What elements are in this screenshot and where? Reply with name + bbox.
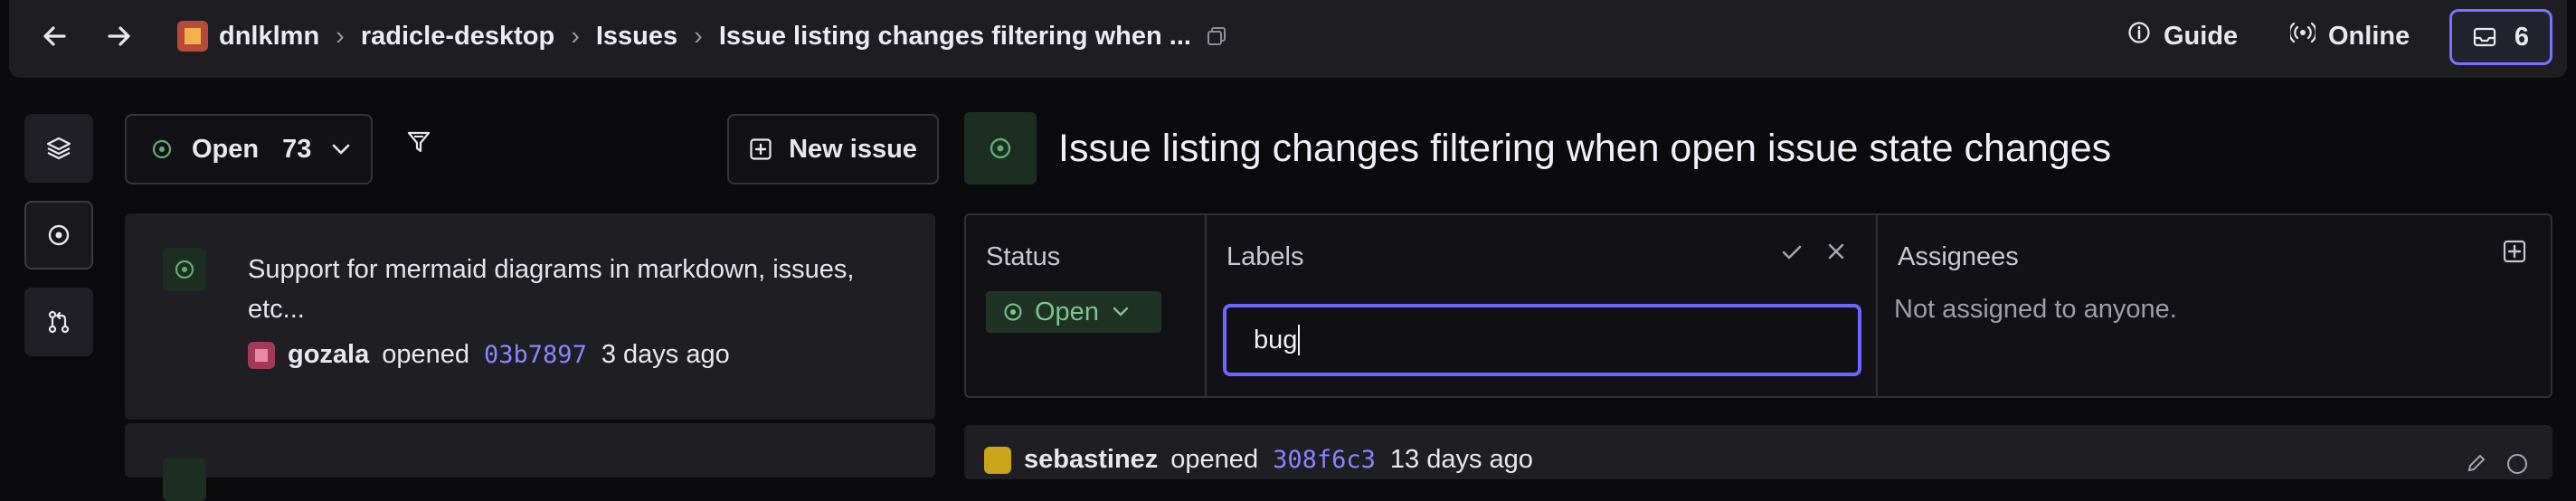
comment-time: 13 days ago [1389,445,1533,474]
issue-open-icon [163,458,206,501]
issue-open-icon [150,137,174,161]
issue-author: gozala [288,340,370,369]
issue-count: 73 [282,134,312,164]
issue-state-dropdown[interactable]: Open 73 [125,114,373,184]
comment-author: sebastinez [1024,445,1159,474]
repo-home-button[interactable] [24,114,93,183]
chevron-down-icon [331,143,351,156]
org-avatar [177,21,208,52]
new-issue-button[interactable]: New issue [727,114,939,184]
info-icon [2127,21,2151,52]
patches-nav-button[interactable] [24,288,93,356]
issue-status-icon [964,112,1037,184]
online-status-button[interactable]: Online [2288,0,2410,72]
comment-commit-hash[interactable]: 308f6c3 [1273,446,1376,474]
issue-open-icon [1002,301,1024,323]
assignees-label: Assignees [1898,242,2019,271]
top-bar: dnlklmn › radicle-desktop › Issues › Iss… [9,0,2567,78]
plus-square-icon [749,137,789,161]
inbox-button[interactable]: 6 [2449,9,2552,65]
issue-state-label: Open [192,134,260,164]
chevron-down-icon [1112,307,1130,317]
labels-label: Labels [1226,242,1304,271]
comment-action: opened [1170,445,1259,474]
status-dropdown[interactable]: Open [986,291,1161,333]
issue-title: Support for mermaid diagrams in markdown… [248,255,855,324]
broadcast-icon [2288,21,2317,52]
inbox-count: 6 [2514,22,2530,52]
breadcrumb: dnlklmn › radicle-desktop › Issues › Iss… [177,0,1227,72]
status-value: Open [1035,297,1099,326]
status-cell: Status Open [966,215,1207,396]
guide-label: Guide [2164,21,2239,51]
status-label: Status [986,242,1061,271]
issue-open-icon [163,248,206,291]
inbox-icon [2473,26,2496,48]
check-icon[interactable] [1780,242,1804,262]
close-icon[interactable] [1825,241,1847,262]
breadcrumb-current-issue: Issue listing changes filtering when ... [718,21,1191,51]
back-arrow-icon[interactable] [34,18,74,54]
issue-open-icon [45,222,72,249]
labels-input[interactable]: bug [1223,304,1861,376]
emoji-icon[interactable] [2505,452,2529,476]
labels-cell: Labels bug [1207,215,1878,396]
chevron-right-icon: › [336,21,345,51]
new-issue-label: New issue [789,134,917,164]
assignees-cell: Assignees Not assigned to anyone. [1878,215,2551,396]
edit-icon[interactable] [2466,452,2487,474]
list-item[interactable]: Support for mermaid diagrams in markdown… [125,213,935,420]
issue-detail-title: Issue listing changes filtering when ope… [1058,126,2112,170]
comment-meta: sebastinez opened 308f6c3 13 days ago [984,445,1533,475]
assignees-empty-text: Not assigned to anyone. [1894,295,2177,324]
breadcrumb-repo[interactable]: radicle-desktop [361,22,554,52]
issue-comment-header: sebastinez opened 308f6c3 13 days ago [964,425,2552,479]
breadcrumb-org[interactable]: dnlklmn [219,22,319,52]
issue-time: 3 days ago [601,340,730,369]
avatar [984,446,1011,474]
add-assignee-icon[interactable] [2502,239,2527,264]
breadcrumb-issues[interactable]: Issues [596,22,677,52]
avatar [248,341,275,369]
guide-button[interactable]: Guide [2127,0,2238,72]
issues-nav-button[interactable] [24,201,93,269]
online-label: Online [2328,21,2410,51]
labels-input-value: bug [1254,325,1298,354]
list-item[interactable] [125,423,935,501]
issue-meta: gozala opened 03b7897 3 days ago [248,340,730,370]
layers-icon [45,135,72,162]
chevron-right-icon: › [571,21,580,51]
issue-action: opened [382,340,470,369]
forward-arrow-icon[interactable] [99,18,139,54]
chevron-right-icon: › [694,21,703,51]
issue-metadata-panel: Status Open Labels bug Assignees Not ass [964,213,2552,398]
text-caret [1298,325,1301,355]
copy-icon[interactable] [1206,25,1227,47]
git-pull-request-icon [45,308,72,336]
filter-icon[interactable] [405,128,432,160]
issue-commit-hash[interactable]: 03b7897 [484,341,587,369]
